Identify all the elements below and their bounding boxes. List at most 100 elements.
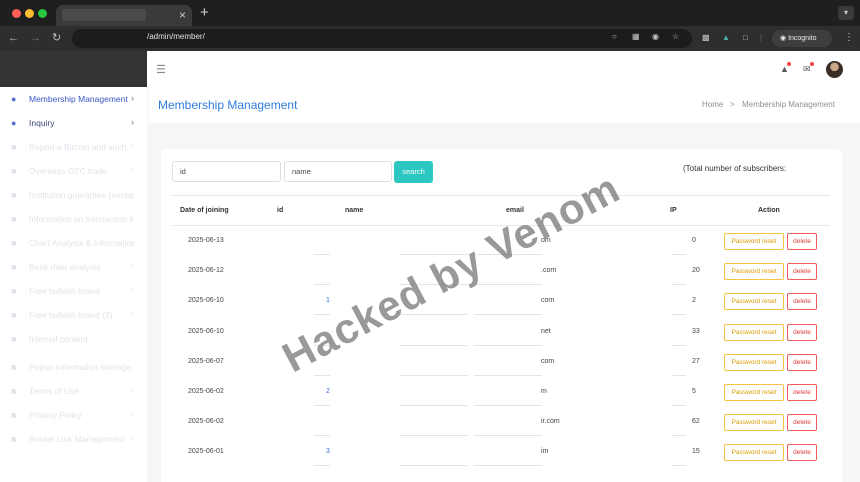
breadcrumb-current: Membership Management [742,100,835,109]
password-reset-button[interactable]: Password reset [724,263,784,280]
row-segment-line [400,345,468,346]
row-segment-line [474,314,542,315]
sidebar-item-router[interactable]: ■ Router Link Management › [0,429,147,451]
id-cell[interactable]: 3 [326,448,330,455]
mail-notification-dot [810,62,814,66]
new-tab-button[interactable]: + [200,5,209,21]
menu-item-icon: ■ [11,262,17,272]
password-reset-button[interactable]: Password reset [724,293,784,310]
sidebar-item-label: Chart Analysis & Information [29,238,133,248]
close-window-button[interactable] [12,9,21,18]
hamburger-menu-icon[interactable]: ☰ [156,63,166,76]
no-eye-icon[interactable]: ○ [612,32,617,41]
column-header-ip: IP [670,207,677,214]
minimize-window-button[interactable] [25,9,34,18]
row-segment-line [474,435,542,436]
ip-cell: 27 [692,358,700,365]
extension-green-icon[interactable]: ▲ [722,33,730,42]
menu-item-icon: ■ [11,286,17,296]
sidebar: ● Membership Management › ● Inquiry › ■ … [0,87,147,482]
delete-button[interactable]: delete [787,263,817,280]
chevron-right-icon: › [131,213,134,223]
password-reset-button[interactable]: Password reset [724,384,784,401]
chevron-right-icon: › [131,433,134,443]
menu-item-icon: ■ [11,190,17,200]
menu-item-icon: ■ [11,142,17,152]
maximize-window-button[interactable] [38,9,47,18]
name-search-input[interactable] [284,161,392,182]
forward-arrow-icon[interactable]: → [30,31,41,45]
row-segment-line [672,405,686,406]
menu-item-icon: ■ [11,362,17,372]
tab-close-icon[interactable]: × [179,7,186,23]
incognito-label: Incognito [788,35,817,42]
id-cell[interactable]: 2 [326,388,330,395]
menu-item-icon: ■ [11,386,17,396]
sidebar-item-board-2[interactable]: ■ Free bulletin board (2) › [0,305,147,327]
incognito-badge[interactable]: ◉ Incognito [772,30,832,47]
translate-icon[interactable]: ▦ [632,32,640,41]
sidebar-item-popup[interactable]: ■ Popup information manage [0,357,147,379]
puzzle-icon[interactable]: □ [743,33,748,42]
row-segment-line [474,405,542,406]
delete-button[interactable]: delete [787,354,817,371]
sidebar-item-label: Internal content [29,334,88,344]
sidebar-item-inquiry[interactable]: ● Inquiry › [0,113,147,135]
password-reset-button[interactable]: Password reset [724,444,784,461]
camera-off-icon[interactable]: ◉ [652,32,659,41]
bookmark-star-icon[interactable]: ☆ [672,32,679,41]
sidebar-item-membership[interactable]: ● Membership Management › [0,89,147,111]
menu-item-icon: ■ [11,214,17,224]
sidebar-item-chart[interactable]: ■ Chart Analysis & Information › [0,233,147,255]
sidebar-brand-area [0,51,147,87]
password-reset-button[interactable]: Password reset [724,414,784,431]
tab-search-button[interactable]: ▾ [838,6,854,20]
delete-button[interactable]: delete [787,293,817,310]
row-segment-line [672,254,686,255]
notification-dot [787,62,791,66]
email-cell: .com [541,267,557,274]
date-cell: 2025-06-01 [188,448,224,455]
avatar[interactable] [826,61,843,78]
chevron-right-icon: › [131,261,134,271]
address-bar[interactable]: /admin/member/ ○ ▦ ◉ ☆ [72,29,692,48]
delete-button[interactable]: delete [787,384,817,401]
sidebar-item-label: Information on transaction breakdown [29,214,133,224]
date-cell: 2025-06-10 [188,297,224,304]
delete-button[interactable]: delete [787,444,817,461]
column-header-name: name [345,207,364,214]
breadcrumb-home[interactable]: Home [702,100,723,109]
password-reset-button[interactable]: Password reset [724,354,784,371]
page-title: Membership Management [158,98,298,112]
chevron-right-icon: › [131,117,134,127]
row-segment-line [474,375,542,376]
chevron-right-icon: › [131,237,134,247]
delete-button[interactable]: delete [787,233,817,250]
sidebar-item-internal[interactable]: ■ Internal content [0,329,147,351]
sidebar-item-privacy[interactable]: ■ Privacy Policy › [0,405,147,427]
email-cell: net [541,328,551,335]
search-button[interactable]: search [394,161,433,183]
extension-icon[interactable]: ▩ [702,33,710,42]
sidebar-item-bank[interactable]: ■ Bank data analysis › [0,257,147,279]
sidebar-item-transactions[interactable]: ■ Information on transaction breakdown › [0,209,147,231]
back-arrow-icon[interactable]: ← [8,31,19,45]
sidebar-item-board[interactable]: ■ Free bulletin board › [0,281,147,303]
password-reset-button[interactable]: Password reset [724,324,784,341]
sidebar-item-terms[interactable]: ■ Terms of Use › [0,381,147,403]
reload-icon[interactable]: ↻ [52,31,61,45]
table-top-divider [172,195,830,196]
delete-button[interactable]: delete [787,324,817,341]
sidebar-item-label: Inquiry [29,118,55,128]
sidebar-item-report[interactable]: ■ Report a Bitcoin and such › [0,137,147,159]
password-reset-button[interactable]: Password reset [724,233,784,250]
browser-menu-icon[interactable]: ⋮ [844,32,854,43]
browser-tab[interactable]: × [56,5,192,26]
mail-icon[interactable]: ✉ [803,64,811,75]
sidebar-item-guarantee[interactable]: ■ Institution guarantee (exception) › [0,185,147,207]
email-cell: ir.com [541,418,560,425]
id-cell[interactable]: 1 [326,297,330,304]
id-search-input[interactable] [172,161,281,182]
delete-button[interactable]: delete [787,414,817,431]
sidebar-item-otc[interactable]: ■ Overseas OTC trade › [0,161,147,183]
